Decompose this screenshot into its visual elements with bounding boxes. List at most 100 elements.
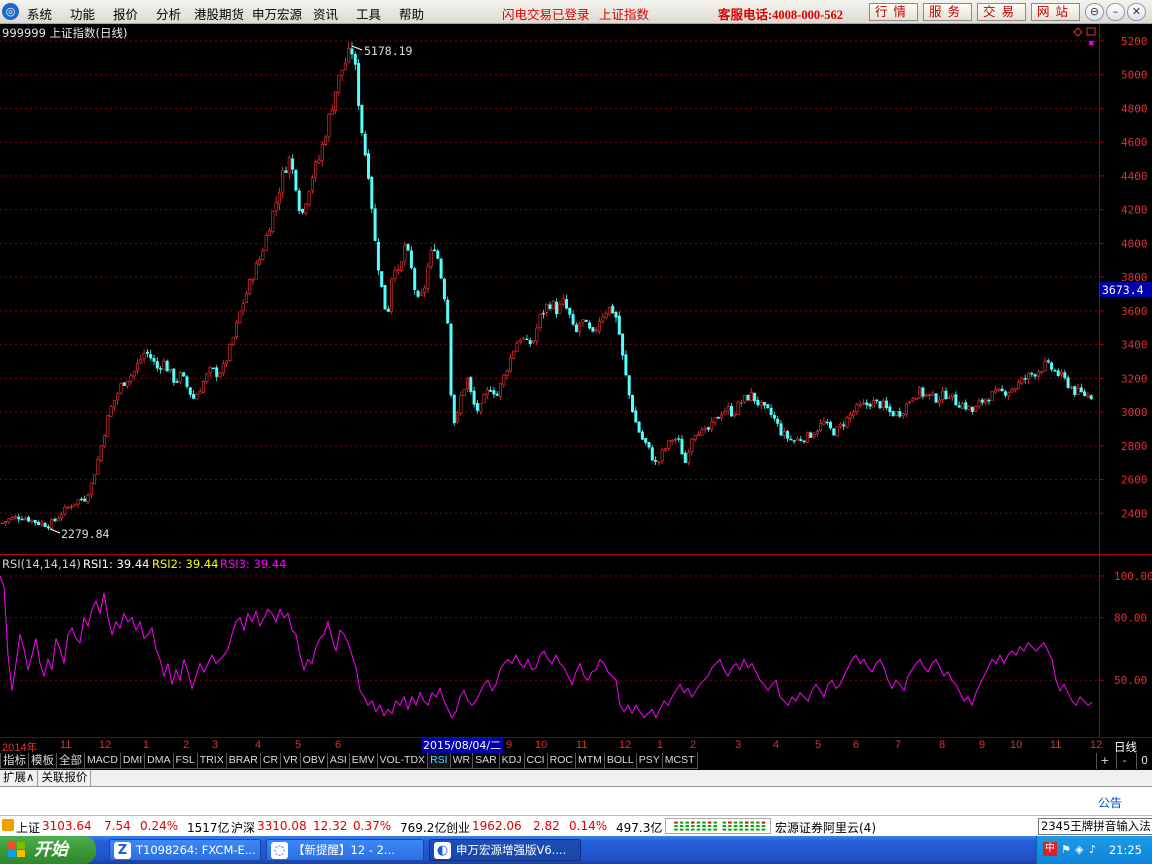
candle bbox=[786, 429, 790, 442]
indicator-tab-cci[interactable]: CCI bbox=[523, 753, 548, 769]
candle bbox=[17, 513, 21, 523]
tray-volume-icon[interactable]: ♪ bbox=[1089, 843, 1096, 856]
website-button[interactable]: 网站 bbox=[1031, 3, 1080, 21]
price-tick-label: 3200 bbox=[1121, 372, 1148, 385]
menu-tools[interactable]: 工具 bbox=[356, 4, 381, 23]
candle bbox=[1043, 357, 1047, 372]
remove-panel-button[interactable]: - bbox=[1116, 753, 1132, 769]
clock[interactable]: 21:25 bbox=[1109, 843, 1142, 857]
indicator-tab--[interactable]: 全部 bbox=[56, 753, 85, 769]
rsi-tick-label: 80.00 bbox=[1114, 612, 1147, 625]
minimize-icon[interactable]: – bbox=[1106, 3, 1125, 21]
indicator-tab-trix[interactable]: TRIX bbox=[196, 753, 227, 769]
candle bbox=[927, 394, 931, 400]
chart-corner-icons[interactable]: ✖ bbox=[1073, 27, 1096, 48]
task-fxcm[interactable]: Z T1098264: FXCM-E... bbox=[109, 839, 261, 861]
indicator-tab-fsl[interactable]: FSL bbox=[172, 753, 198, 769]
indicator-tab--[interactable]: 模板 bbox=[28, 753, 57, 769]
cy-name[interactable]: 创业 bbox=[446, 819, 470, 836]
candle bbox=[1073, 385, 1077, 398]
candle bbox=[83, 495, 87, 503]
indicator-tab-dmi[interactable]: DMI bbox=[119, 753, 146, 769]
indicator-tab-asi[interactable]: ASI bbox=[326, 753, 350, 769]
trade-button[interactable]: 交易 bbox=[977, 3, 1026, 21]
tray-app-icon[interactable]: 中 bbox=[1043, 842, 1057, 856]
indicator-tab-emv[interactable]: EMV bbox=[348, 753, 378, 769]
task-browser[interactable]: ◌ 【新提醒】12 - 2... bbox=[266, 839, 424, 861]
candle bbox=[828, 420, 832, 431]
candle bbox=[875, 399, 879, 404]
indicator-tab-psy[interactable]: PSY bbox=[635, 753, 663, 769]
indicator-tab-rsi[interactable]: RSI bbox=[427, 753, 451, 769]
candle bbox=[109, 404, 113, 417]
flash-trade-status[interactable]: 闪电交易已登录 bbox=[502, 4, 590, 23]
candle bbox=[640, 429, 644, 441]
tab-expand[interactable]: 扩展∧ bbox=[0, 770, 39, 786]
task-fxcm-label: T1098264: FXCM-E... bbox=[136, 843, 256, 857]
indicator-tab-obv[interactable]: OBV bbox=[299, 753, 328, 769]
month-label: 8 bbox=[939, 739, 946, 751]
candle bbox=[10, 515, 14, 521]
candle bbox=[1079, 383, 1083, 394]
indicator-tab-macd[interactable]: MACD bbox=[84, 753, 121, 769]
tray-network-icon[interactable]: ⚑ bbox=[1061, 843, 1071, 856]
indicator-tab-cr[interactable]: CR bbox=[259, 753, 282, 769]
service-button[interactable]: 服务 bbox=[923, 3, 972, 21]
indicator-tab-mtm[interactable]: MTM bbox=[574, 753, 605, 769]
candle bbox=[822, 417, 826, 426]
reset-panel-button[interactable]: 0 bbox=[1136, 753, 1152, 769]
indicator-tab-mcst[interactable]: MCST bbox=[661, 753, 698, 769]
task-browser-label: 【新提醒】12 - 2... bbox=[293, 843, 395, 857]
candle bbox=[370, 175, 374, 213]
indicator-tab--[interactable]: 指标 bbox=[0, 753, 29, 769]
candle bbox=[205, 372, 209, 385]
restore-small-icon[interactable]: ⊖ bbox=[1085, 3, 1104, 21]
indicator-tab-brar[interactable]: BRAR bbox=[225, 753, 261, 769]
candle bbox=[149, 349, 153, 361]
indicator-tab-wr[interactable]: WR bbox=[449, 753, 474, 769]
start-button[interactable]: 开始 bbox=[0, 836, 96, 864]
menu-hk-futures[interactable]: 港股期货 bbox=[194, 4, 244, 23]
menu-news[interactable]: 资讯 bbox=[313, 4, 338, 23]
quotes-button[interactable]: 行情 bbox=[869, 3, 918, 21]
notice-link[interactable]: 公告 bbox=[1098, 794, 1122, 811]
server-name[interactable]: 宏源证券阿里云(4) bbox=[775, 819, 876, 836]
indicator-tabs: 指标 模板 全部 MACD DMI DMA FSL TRIX BRAR CR VR OBV ASI EMV… bbox=[0, 753, 1152, 770]
tray-shield-icon[interactable]: ◈ bbox=[1075, 843, 1083, 856]
menu-analysis[interactable]: 分析 bbox=[156, 4, 181, 23]
menu-system[interactable]: 系统 bbox=[27, 4, 52, 23]
price-tick-label: 2800 bbox=[1121, 440, 1148, 453]
candle bbox=[594, 327, 598, 334]
hs-name[interactable]: 沪深 bbox=[231, 819, 255, 836]
indicator-tab-roc[interactable]: ROC bbox=[546, 753, 576, 769]
task-swhy[interactable]: ◐ 申万宏源增强版V6.... bbox=[429, 839, 581, 861]
ime-indicator[interactable]: 2345王牌拼音输入法 bbox=[1038, 818, 1152, 835]
add-panel-button[interactable]: + bbox=[1096, 753, 1112, 769]
candle bbox=[1013, 387, 1017, 393]
tab-related-quotes[interactable]: 关联报价 bbox=[38, 770, 92, 786]
menu-function[interactable]: 功能 bbox=[70, 4, 95, 23]
indicator-tab-boll[interactable]: BOLL bbox=[603, 753, 637, 769]
kline-chart[interactable]: 5200500048004600440042004000380036003400… bbox=[0, 24, 1152, 738]
candle bbox=[891, 410, 895, 417]
indicator-tab-vr[interactable]: VR bbox=[280, 753, 301, 769]
indicator-tab-dma[interactable]: DMA bbox=[144, 753, 174, 769]
indicator-tab-kdj[interactable]: KDJ bbox=[498, 753, 525, 769]
candle bbox=[644, 437, 648, 446]
app-logo-icon[interactable]: ◎ bbox=[2, 3, 19, 20]
sh-name[interactable]: 上证 bbox=[16, 819, 40, 836]
menu-help[interactable]: 帮助 bbox=[399, 4, 424, 23]
candle bbox=[776, 415, 780, 427]
candle bbox=[1040, 370, 1044, 375]
menu-swhy[interactable]: 申万宏源 bbox=[252, 4, 302, 23]
candle bbox=[541, 309, 545, 319]
candle bbox=[904, 402, 908, 418]
ticker-icon[interactable] bbox=[2, 819, 14, 831]
indicator-tab-vol-tdx[interactable]: VOL-TDX bbox=[376, 753, 429, 769]
candle bbox=[759, 400, 763, 410]
menu-quote[interactable]: 报价 bbox=[113, 4, 138, 23]
close-icon[interactable]: ✕ bbox=[1127, 3, 1146, 21]
taskbar: 开始 Z T1098264: FXCM-E... ◌ 【新提醒】12 - 2..… bbox=[0, 836, 1152, 864]
indicator-tab-sar[interactable]: SAR bbox=[472, 753, 500, 769]
candle bbox=[277, 187, 281, 211]
